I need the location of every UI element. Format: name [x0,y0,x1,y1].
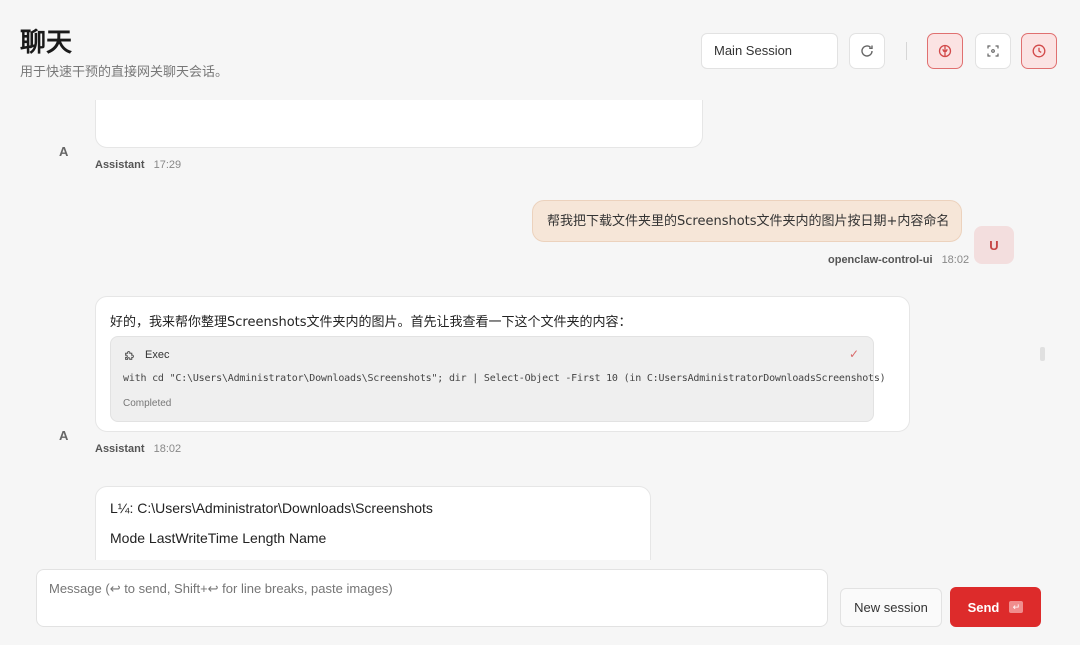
tool-call-card[interactable]: Exec ✓ with cd "C:\Users\Administrator\D… [110,336,886,422]
page-subtitle: 用于快速干预的直接网关聊天会话。 [20,65,229,80]
assistant-message-bubble: L¼: C:\Users\Administrator\Downloads\Scr… [95,486,651,560]
refresh-button[interactable] [849,33,885,69]
message-input[interactable] [36,569,828,627]
scrollbar-thumb[interactable] [1040,347,1045,361]
message-text: 好的，我来帮你整理Screenshots文件夹内的图片。首先让我查看一下这个文件… [110,315,632,330]
message-text: L¼: C:\Users\Administrator\Downloads\Scr… [110,500,433,516]
brain-icon [938,44,952,58]
tool-command: with cd "C:\Users\Administrator\Download… [123,373,886,384]
chat-header: 聊天 用于快速干预的直接网关聊天会话。 Main Session [0,0,1080,100]
clock-icon [1032,44,1046,58]
user-message-bubble: 帮我把下载文件夹里的Screenshots文件夹内的图片按日期+内容命名 [532,200,962,242]
message-meta: openclaw-control-ui 18:02 [828,254,969,266]
header-divider [906,42,907,60]
message-text: Mode LastWriteTime Length Name [110,530,327,546]
check-icon: ✓ [848,347,859,361]
assistant-avatar: A [59,428,69,443]
message-time: 18:02 [153,443,182,455]
message-time: 17:29 [153,159,182,171]
assistant-avatar: A [59,144,69,159]
tool-status: Completed [123,398,172,409]
history-button[interactable] [1021,33,1057,69]
message-meta: Assistant 18:02 [95,443,181,455]
enter-key-icon: ↵ [1009,601,1024,613]
session-selector[interactable]: Main Session [701,33,838,69]
message-author: openclaw-control-ui [828,254,933,266]
message-author: Assistant [95,443,145,455]
chat-thread[interactable]: A Assistant 17:29 帮我把下载文件夹里的Screenshots文… [0,100,1080,560]
new-session-button[interactable]: New session [840,588,942,627]
puzzle-icon [125,351,134,360]
thinking-toggle-button[interactable] [927,33,963,69]
assistant-message-bubble [95,100,703,148]
page-title: 聊天 [20,28,73,58]
tool-name: Exec [145,349,170,361]
focus-icon [987,45,999,57]
assistant-message-bubble: 好的，我来帮你整理Screenshots文件夹内的图片。首先让我查看一下这个文件… [95,296,910,432]
user-avatar: U [974,226,1014,264]
send-label: Send [967,599,1000,615]
refresh-icon [861,45,873,57]
focus-mode-button[interactable] [975,33,1011,69]
message-meta: Assistant 17:29 [95,159,181,171]
message-time: 18:02 [941,254,970,266]
message-author: Assistant [95,159,145,171]
send-button[interactable]: Send ↵ [950,587,1041,627]
